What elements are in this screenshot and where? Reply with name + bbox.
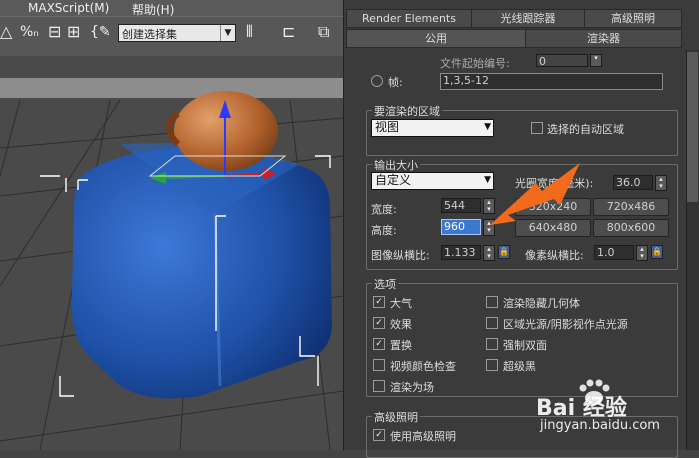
render-to-fields-checkbox[interactable] xyxy=(373,380,385,392)
auto-region-label: 选择的自动区域 xyxy=(547,123,624,136)
output-size-dropdown[interactable]: 自定义 ▼ xyxy=(371,172,494,190)
aperture-spinner[interactable]: ▴ ▾ xyxy=(655,175,667,191)
watermark-url: jingyan.baidu.com xyxy=(540,418,660,433)
area-lights-label: 区域光源/阴影视作点光源 xyxy=(503,318,628,331)
selection-set-dropdown[interactable]: 创建选择集 ▼ xyxy=(118,24,236,42)
align-icon[interactable]: ⊏ xyxy=(282,23,295,41)
frames-radio[interactable] xyxy=(371,75,383,87)
menu-bar: MAXScript(M) 帮助(H) xyxy=(0,0,343,17)
percent-snap-icon[interactable]: %ₙ xyxy=(20,23,39,41)
pixel-aspect-lock-icon[interactable]: 🔒 xyxy=(651,245,663,259)
layer-icon[interactable]: ⧉ xyxy=(318,23,329,41)
annotation-arrow-icon xyxy=(490,163,580,225)
preset-720x486-button[interactable]: 720x486 xyxy=(593,198,669,216)
width-field[interactable]: 544 xyxy=(441,198,481,213)
files-start-spinner[interactable]: ▾ xyxy=(590,54,602,67)
super-black-checkbox[interactable] xyxy=(486,359,498,371)
named-selection-icon[interactable]: {✎ xyxy=(90,23,111,41)
tab-render-elements[interactable]: Render Elements xyxy=(346,9,472,28)
frames-field[interactable]: 1,3,5-12 xyxy=(440,73,663,90)
frames-label: 帧: xyxy=(388,76,403,89)
effects-label: 效果 xyxy=(390,318,412,331)
use-advanced-lighting-label: 使用高级照明 xyxy=(390,430,456,443)
video-color-check-label: 视频颜色检查 xyxy=(390,360,456,373)
output-size-title: 输出大小 xyxy=(372,157,420,173)
preset-800x600-button[interactable]: 800x600 xyxy=(593,219,669,237)
menu-maxscript[interactable]: MAXScript(M) xyxy=(28,1,109,15)
perspective-viewport[interactable] xyxy=(0,56,343,450)
pixel-aspect-field[interactable]: 1.0 xyxy=(594,245,634,260)
render-area-title: 要渲染的区域 xyxy=(372,103,442,119)
force-two-sided-label: 强制双面 xyxy=(503,339,547,352)
baidu-watermark: Bai 经验 jingyan.baidu.com xyxy=(536,378,696,434)
width-label: 宽度: xyxy=(371,203,397,216)
tab-common[interactable]: 公用 xyxy=(346,29,526,48)
edit-named-sets-icon[interactable]: ⊞ xyxy=(67,23,80,41)
render-hidden-checkbox[interactable] xyxy=(486,296,498,308)
tab-raytracer[interactable]: 光线跟踪器 xyxy=(471,9,585,28)
chevron-down-icon: ▼ xyxy=(220,25,235,41)
pixel-aspect-spinner[interactable]: ▴ ▾ xyxy=(636,245,648,261)
height-field[interactable]: 960 xyxy=(441,219,481,235)
displacement-label: 置换 xyxy=(390,339,412,352)
advanced-lighting-title: 高级照明 xyxy=(372,409,420,425)
files-start-label: 文件起始编号: xyxy=(440,57,510,70)
image-aspect-spinner[interactable]: ▴ ▾ xyxy=(483,245,495,261)
scrollbar-thumb[interactable] xyxy=(687,52,698,202)
area-lights-checkbox[interactable] xyxy=(486,317,498,329)
super-black-label: 超级黑 xyxy=(503,360,536,373)
tab-renderer[interactable]: 渲染器 xyxy=(525,29,682,48)
render-to-fields-label: 渲染为场 xyxy=(390,381,434,394)
use-advanced-lighting-checkbox[interactable]: ✓ xyxy=(373,429,385,441)
image-aspect-label: 图像纵横比: xyxy=(371,249,430,262)
options-title: 选项 xyxy=(372,276,398,292)
render-area-dropdown[interactable]: 视图 ▼ xyxy=(371,119,494,137)
auto-region-checkbox[interactable] xyxy=(531,122,543,134)
selection-set-value: 创建选择集 xyxy=(122,28,177,41)
effects-checkbox[interactable]: ✓ xyxy=(373,317,385,329)
snap-icon[interactable]: △ xyxy=(0,23,12,41)
image-aspect-lock-icon[interactable]: 🔒 xyxy=(498,245,510,259)
aperture-field[interactable]: 36.0 xyxy=(613,175,653,190)
image-aspect-field[interactable]: 1.133 xyxy=(441,245,481,260)
render-hidden-label: 渲染隐藏几何体 xyxy=(503,297,580,310)
main-toolbar: △ %ₙ ⊟ ⊞ {✎ 创建选择集 ▼ ⫴ ⊏ ⧉ xyxy=(0,16,343,57)
chevron-down-icon: ▼ xyxy=(484,122,491,132)
force-two-sided-checkbox[interactable] xyxy=(486,338,498,350)
output-size-value: 自定义 xyxy=(375,173,412,187)
pixel-aspect-label: 像素纵横比: xyxy=(525,249,584,262)
video-color-check-checkbox[interactable] xyxy=(373,359,385,371)
blue-box xyxy=(71,142,333,399)
tab-advanced-lighting[interactable]: 高级照明 xyxy=(584,9,682,28)
atmosphere-checkbox[interactable]: ✓ xyxy=(373,296,385,308)
files-start-field[interactable]: 0 xyxy=(536,54,588,68)
spinner-snap-icon[interactable]: ⊟ xyxy=(48,23,61,41)
render-area-value: 视图 xyxy=(375,120,400,134)
height-label: 高度: xyxy=(371,224,397,237)
displacement-checkbox[interactable]: ✓ xyxy=(373,338,385,350)
mirror-icon[interactable]: ⫴ xyxy=(246,23,253,41)
atmosphere-label: 大气 xyxy=(390,297,412,310)
